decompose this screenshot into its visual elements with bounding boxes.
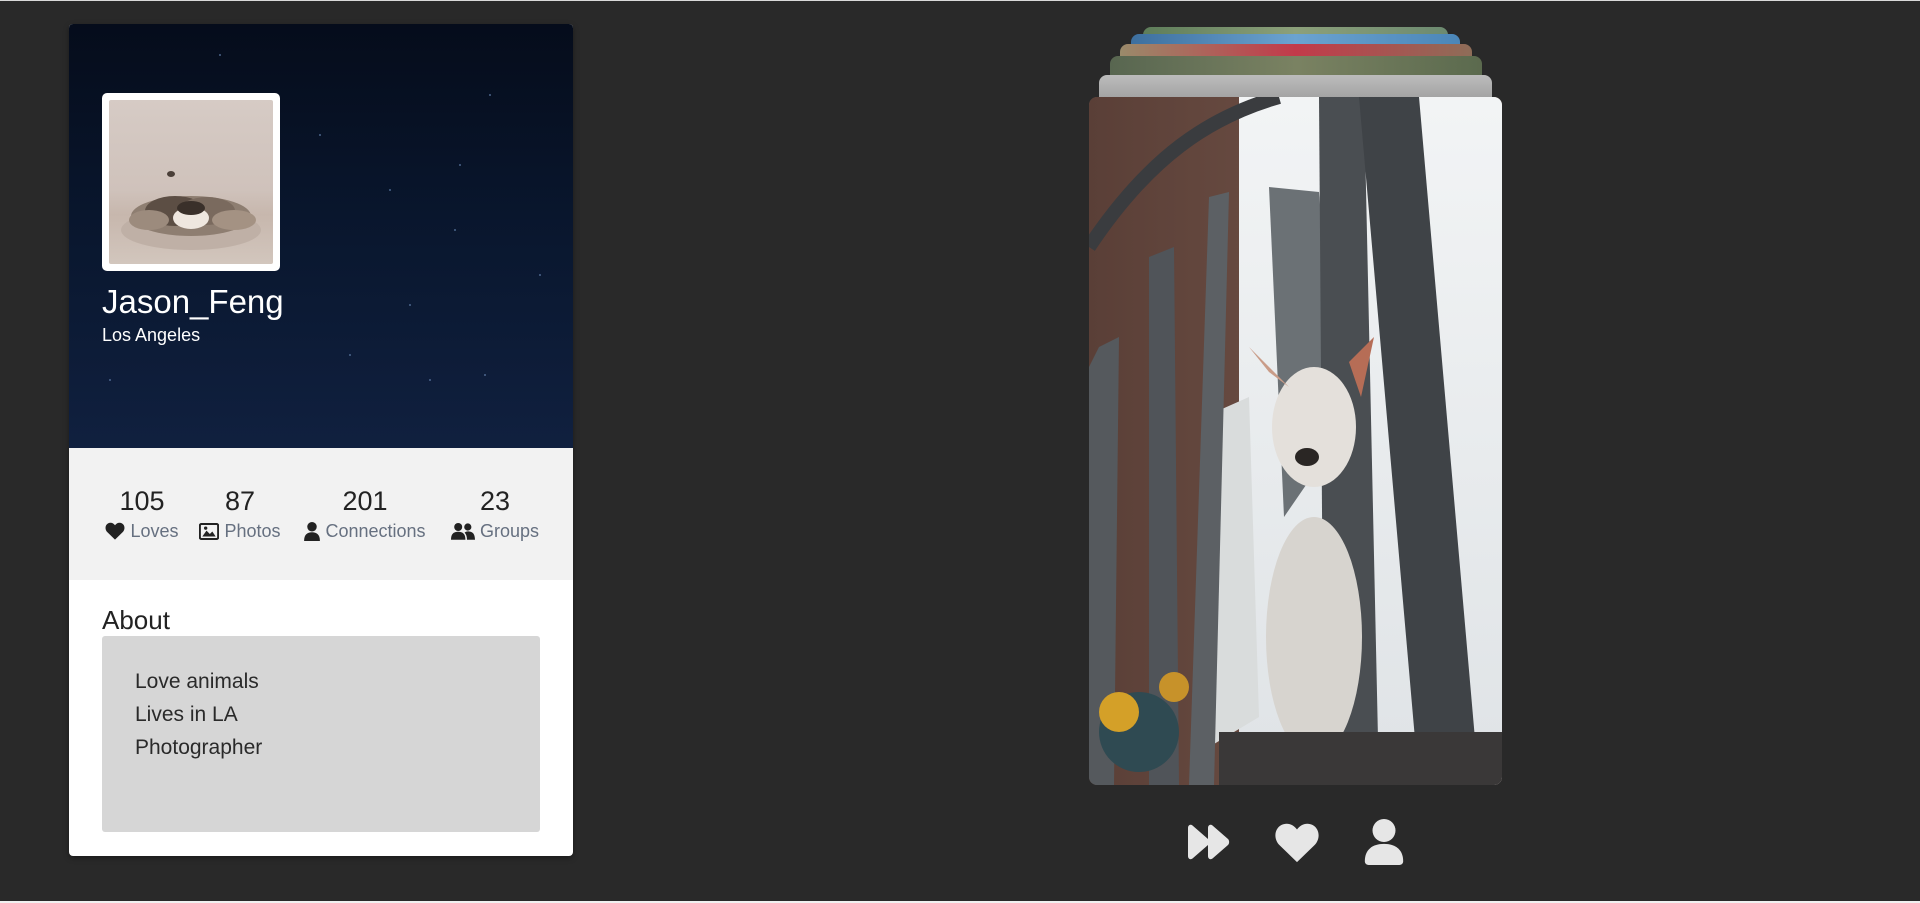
stat-count: 105 xyxy=(119,486,165,516)
stat-label: Loves xyxy=(130,521,179,541)
about-line: Lives in LA xyxy=(135,703,238,726)
current-photo-card[interactable] xyxy=(1089,97,1502,785)
stat-photos[interactable]: 87 Photos xyxy=(194,448,286,580)
avatar[interactable] xyxy=(102,93,280,271)
stat-label: Photos xyxy=(224,521,281,541)
image-icon xyxy=(199,522,220,540)
dog-photo xyxy=(1089,97,1502,785)
stat-count: 87 xyxy=(224,486,256,516)
about-box: Love animals Lives in LA Photographer xyxy=(102,636,540,832)
stats-bar: 105 Loves 87 Photos 201 Connections 23 G… xyxy=(69,448,573,580)
like-button[interactable] xyxy=(1271,816,1323,868)
user-icon xyxy=(1364,819,1404,865)
username: Jason_Feng xyxy=(102,283,284,320)
stat-connections[interactable]: 201 Connections xyxy=(297,448,433,580)
heart-icon xyxy=(1275,823,1319,862)
stat-count: 201 xyxy=(342,486,388,516)
avatar-photo xyxy=(109,100,273,264)
profile-cover: Jason_Feng Los Angeles xyxy=(69,24,573,448)
stacked-photo-card xyxy=(1099,75,1492,97)
stat-label: Connections xyxy=(325,521,426,541)
view-profile-button[interactable] xyxy=(1358,816,1410,868)
about-title: About xyxy=(102,605,170,635)
about-line: Love animals xyxy=(135,670,259,693)
stat-groups[interactable]: 23 Groups xyxy=(445,448,545,580)
skip-button[interactable] xyxy=(1182,816,1234,868)
user-icon xyxy=(304,521,321,541)
user-location: Los Angeles xyxy=(102,325,201,345)
top-border xyxy=(0,0,1920,1)
users-icon xyxy=(450,523,475,540)
fast-forward-icon xyxy=(1188,824,1230,860)
stat-loves[interactable]: 105 Loves xyxy=(99,448,185,580)
stat-count: 23 xyxy=(479,486,511,516)
profile-card: Jason_Feng Los Angeles 105 Loves 87 Phot… xyxy=(69,24,573,856)
action-bar xyxy=(1180,816,1420,868)
heart-icon xyxy=(105,522,125,540)
stat-label: Groups xyxy=(479,521,540,541)
about-line: Photographer xyxy=(135,736,263,759)
